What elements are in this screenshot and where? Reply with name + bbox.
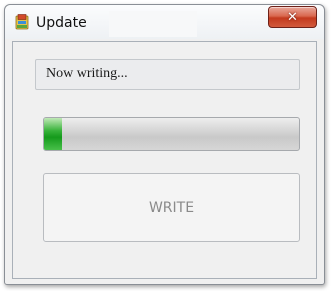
- window-title: Update: [36, 15, 87, 31]
- close-button[interactable]: ✕: [268, 6, 317, 28]
- title-bar[interactable]: Update ✕: [5, 5, 324, 39]
- progress-fill: [44, 118, 62, 150]
- status-field: Now writing...: [35, 59, 300, 90]
- progress-bar: [43, 117, 300, 151]
- installer-icon: [14, 14, 30, 31]
- close-icon: ✕: [287, 9, 298, 25]
- title-blank-area: [109, 11, 197, 37]
- write-button[interactable]: WRITE: [43, 173, 300, 242]
